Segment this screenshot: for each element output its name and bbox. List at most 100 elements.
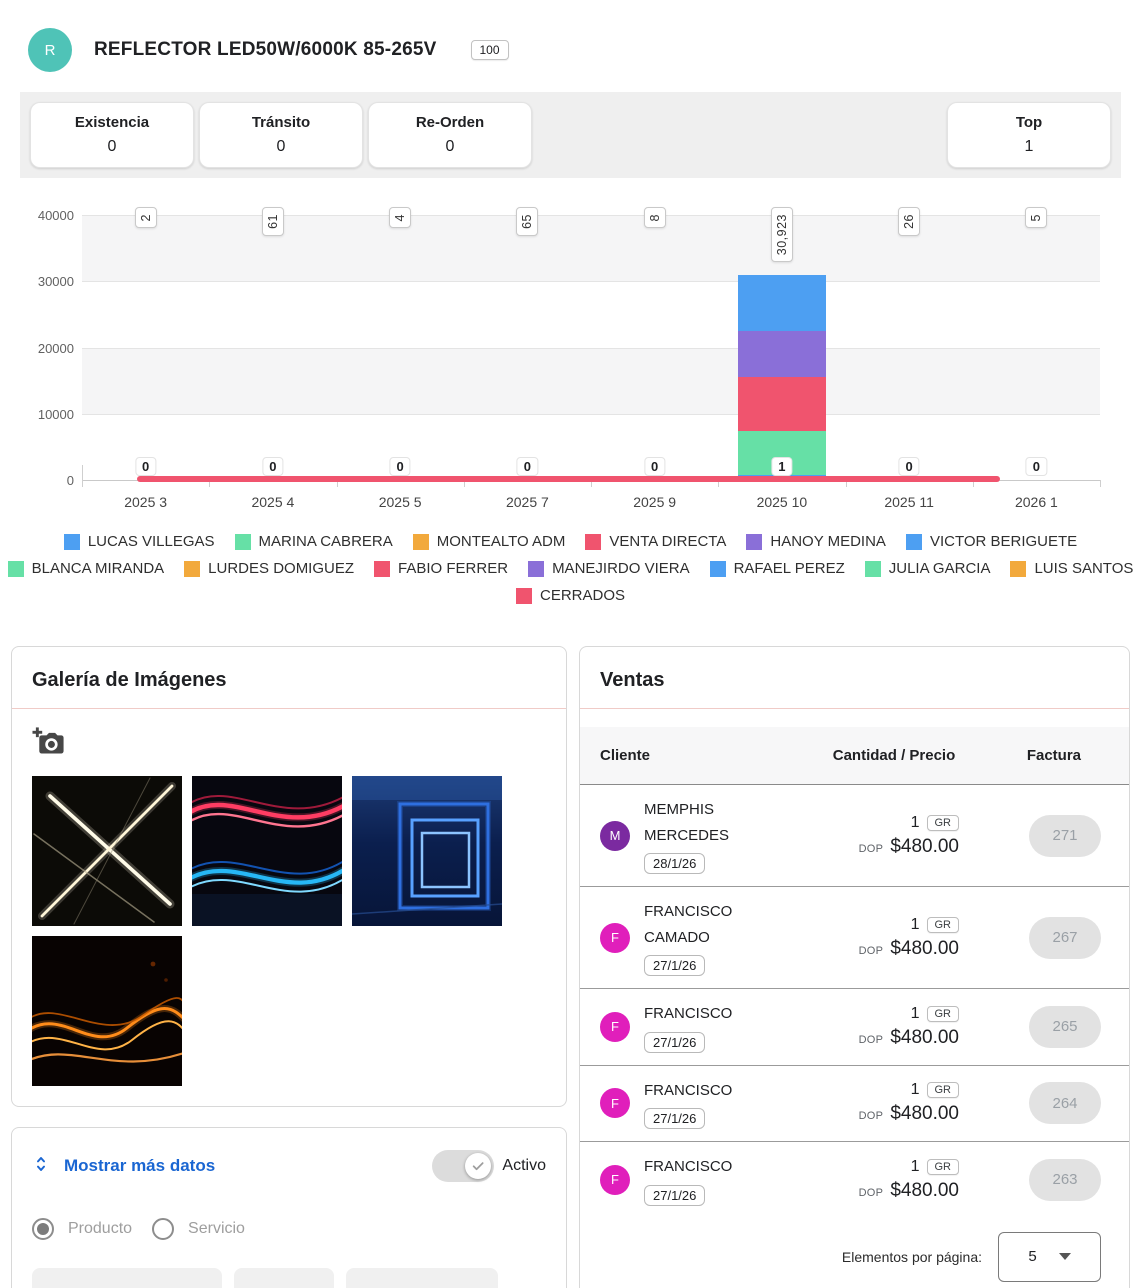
legend-item[interactable]: VICTOR BERIGUETE xyxy=(906,533,1077,550)
column-cliente: Cliente xyxy=(600,747,829,764)
baseline-value-label: 1 xyxy=(771,457,792,476)
gridline xyxy=(82,414,1100,415)
invoice-pill[interactable]: 265 xyxy=(1029,1006,1101,1048)
radio-servicio[interactable]: Servicio xyxy=(152,1218,245,1240)
radio-label: Producto xyxy=(68,1220,132,1238)
legend-item[interactable]: MARINA CABRERA xyxy=(235,533,393,550)
active-toggle[interactable] xyxy=(432,1150,494,1182)
cerrados-zero-line xyxy=(137,476,1000,482)
stat-value: 0 xyxy=(108,138,117,156)
amount-value: $480.00 xyxy=(890,836,959,858)
currency-label: DOP xyxy=(859,1034,884,1046)
form-field-placeholder[interactable] xyxy=(32,1268,222,1288)
bar-segment[interactable] xyxy=(738,331,826,377)
chart-legend: LUCAS VILLEGAS MARINA CABRERA MONTEALTO AD… xyxy=(11,533,1131,604)
client-cell: MEMPHIS MERCEDES28/1/26 xyxy=(630,797,809,874)
client-avatar: F xyxy=(600,1012,630,1042)
column-cantidad-precio: Cantidad / Precio xyxy=(829,743,959,769)
legend-item[interactable]: RAFAEL PEREZ xyxy=(710,560,845,577)
gallery-image-crossed-light-beams[interactable] xyxy=(32,776,182,926)
legend-row: CERRADOS xyxy=(11,587,1131,604)
unit-chip: GR xyxy=(927,1006,960,1022)
currency-label: DOP xyxy=(859,945,884,957)
product-initial: R xyxy=(45,42,56,59)
radio-producto[interactable]: Producto xyxy=(32,1218,132,1240)
product-avatar: R xyxy=(28,28,72,72)
show-more-data-button[interactable]: Mostrar más datos xyxy=(32,1153,215,1180)
amount-value: $480.00 xyxy=(890,1103,959,1125)
legend-item[interactable]: VENTA DIRECTA xyxy=(585,533,726,550)
legend-item[interactable]: FABIO FERRER xyxy=(374,560,508,577)
toggle-knob-check-icon xyxy=(465,1153,491,1179)
legend-swatch xyxy=(413,534,429,550)
client-name: FRANCISCO xyxy=(644,1001,784,1027)
legend-item[interactable]: LUCAS VILLEGAS xyxy=(64,533,215,550)
stat-label: Re-Orden xyxy=(416,114,484,131)
baseline-value-label: 0 xyxy=(644,457,665,476)
x-axis-tick xyxy=(1100,480,1101,487)
y-axis-tick-label: 0 xyxy=(0,473,74,488)
amount-value: $480.00 xyxy=(890,1027,959,1049)
table-row: MMEMPHIS MERCEDES28/1/261GRDOP$480.00271 xyxy=(580,785,1129,887)
bar-segment[interactable] xyxy=(738,377,826,431)
add-photo-button[interactable] xyxy=(32,727,66,760)
y-axis-tick-label: 30000 xyxy=(0,274,74,289)
page-size-select[interactable]: 5 xyxy=(998,1232,1101,1282)
legend-item[interactable]: LURDES DOMIGUEZ xyxy=(184,560,354,577)
x-axis-tick-label: 2026 1 xyxy=(1015,494,1058,510)
quantity-value: 1 xyxy=(911,916,920,934)
bar-total-label: 2 xyxy=(135,207,157,228)
legend-item[interactable]: CERRADOS xyxy=(516,587,625,604)
column-factura: Factura xyxy=(959,747,1109,764)
bar-segment[interactable] xyxy=(738,275,826,330)
form-field-placeholder[interactable] xyxy=(234,1268,334,1288)
x-axis-tick-label: 2025 5 xyxy=(379,494,422,510)
legend-item[interactable]: HANOY MEDINA xyxy=(746,533,886,550)
gallery-image-neon-rectangles[interactable] xyxy=(352,776,502,926)
bar-total-label: 5 xyxy=(1025,207,1047,228)
gallery-image-orange-light-trails[interactable] xyxy=(32,936,182,1086)
active-toggle-label: Activo xyxy=(502,1157,546,1175)
stat-value: 0 xyxy=(446,138,455,156)
plot-band xyxy=(82,414,1100,480)
legend-label: MARINA CABRERA xyxy=(259,533,393,550)
quantity-price-cell: 1GRDOP$480.00 xyxy=(809,916,959,960)
quantity-price-cell: 1GRDOP$480.00 xyxy=(809,1158,959,1202)
gallery-image-red-blue-streaks[interactable] xyxy=(192,776,342,926)
quantity-value: 1 xyxy=(911,1158,920,1176)
gridline xyxy=(82,281,1100,282)
table-row: FFRANCISCO27/1/261GRDOP$480.00264 xyxy=(580,1066,1129,1143)
legend-item[interactable]: LUIS SANTOS xyxy=(1010,560,1133,577)
form-field-placeholder[interactable] xyxy=(346,1268,498,1288)
stat-label: Existencia xyxy=(75,114,149,131)
bar-total-label: 30,923 xyxy=(771,207,793,262)
client-avatar: M xyxy=(600,821,630,851)
add-a-photo-icon xyxy=(32,745,66,760)
legend-swatch xyxy=(585,534,601,550)
legend-item[interactable]: BLANCA MIRANDA xyxy=(8,560,165,577)
invoice-pill[interactable]: 264 xyxy=(1029,1082,1101,1124)
radio-icon xyxy=(152,1218,174,1240)
ventas-title: Ventas xyxy=(580,647,1129,708)
radio-icon xyxy=(32,1218,54,1240)
stat-reorden: Re-Orden 0 xyxy=(368,102,532,168)
legend-swatch xyxy=(374,561,390,577)
legend-item[interactable]: MANEJIRDO VIERA xyxy=(528,560,690,577)
ventas-card: Ventas Cliente Cantidad / Precio Factura… xyxy=(579,646,1130,1288)
legend-swatch xyxy=(184,561,200,577)
legend-item[interactable]: MONTEALTO ADM xyxy=(413,533,566,550)
date-chip: 27/1/26 xyxy=(644,1185,705,1206)
amount-value: $480.00 xyxy=(890,938,959,960)
invoice-pill[interactable]: 271 xyxy=(1029,815,1101,857)
items-per-page-label: Elementos por página: xyxy=(842,1249,982,1265)
legend-item[interactable]: JULIA GARCIA xyxy=(865,560,991,577)
legend-label: LUIS SANTOS xyxy=(1034,560,1133,577)
y-axis-tick-label: 20000 xyxy=(0,341,74,356)
legend-swatch xyxy=(516,588,532,604)
legend-swatch xyxy=(8,561,24,577)
stat-transito: Tránsito 0 xyxy=(199,102,363,168)
gallery-grid xyxy=(32,776,546,1086)
stat-top: Top 1 xyxy=(947,102,1111,168)
invoice-pill[interactable]: 263 xyxy=(1029,1159,1101,1201)
invoice-pill[interactable]: 267 xyxy=(1029,917,1101,959)
